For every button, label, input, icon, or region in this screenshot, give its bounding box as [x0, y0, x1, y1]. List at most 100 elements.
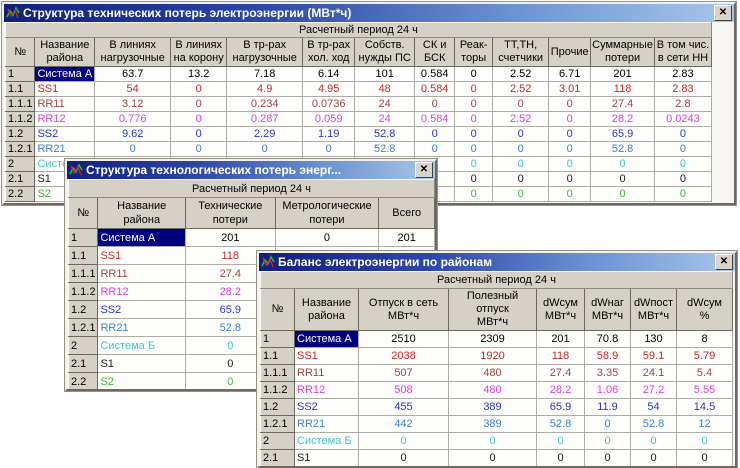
region-name: S1 — [98, 355, 186, 373]
column-header: В тр-рах хол. ход — [303, 38, 355, 67]
value-cell: 101 — [355, 67, 415, 82]
value-cell: 118 — [591, 82, 655, 97]
value-cell: 0 — [493, 157, 549, 172]
value-cell: 0 — [455, 67, 493, 82]
value-cell: 24.1 — [631, 365, 677, 382]
row-number: 1.2.1 — [261, 416, 295, 433]
column-header: Метрологические потери — [275, 198, 379, 229]
column-header: В линиях нагрузочные — [95, 38, 171, 67]
value-cell: 0 — [493, 187, 549, 202]
value-cell: 7.18 — [227, 67, 303, 82]
column-header: Технические потери — [185, 198, 275, 229]
titlebar[interactable]: Структура технологических потерь энерг..… — [67, 161, 435, 179]
value-cell: 0 — [493, 127, 549, 142]
row-number: 1.1.1 — [69, 265, 98, 283]
value-cell: 0 — [275, 229, 379, 247]
row-number: 2.2 — [69, 373, 98, 390]
value-cell: 3.12 — [95, 97, 171, 112]
region-name: SS1 — [295, 348, 359, 365]
table-row[interactable]: 1.2.1RR21000052.8000052.80 — [6, 142, 712, 157]
value-cell: 0 — [631, 450, 677, 467]
value-cell: 13.2 — [171, 67, 227, 82]
app-icon[interactable] — [69, 163, 83, 177]
app-icon[interactable] — [6, 6, 20, 20]
value-cell: 0 — [654, 142, 711, 157]
table-row[interactable]: 1.1.2RR1250848028.21.0627.25.55 — [261, 382, 733, 399]
table-row[interactable]: 1.1SS15404.94.95480.58402.523.011182.83 — [6, 82, 712, 97]
calc-period-label: Расчетный период 24 ч — [261, 272, 733, 289]
row-number: 2.1 — [261, 450, 295, 467]
calc-period-label: Расчетный период 24 ч — [6, 23, 712, 38]
value-cell: 0 — [591, 172, 655, 187]
close-icon[interactable]: ✕ — [715, 254, 733, 270]
value-cell: 130 — [631, 331, 677, 348]
window-title: Структура технических потерь электроэнер… — [23, 6, 714, 20]
value-cell: 0.776 — [95, 112, 171, 127]
table-row[interactable]: 2.1S1000000 — [261, 450, 733, 467]
row-number: 1.2.1 — [6, 142, 35, 157]
value-cell: 0 — [549, 142, 591, 157]
value-cell: 0.059 — [303, 112, 355, 127]
value-cell: 0 — [359, 433, 449, 450]
value-cell: 0 — [677, 433, 733, 450]
titlebar[interactable]: Структура технических потерь электроэнер… — [4, 4, 734, 22]
value-cell: 0 — [654, 157, 711, 172]
region-name: Система Б — [295, 433, 359, 450]
row-number: 1.1 — [6, 82, 35, 97]
row-number: 1.1.2 — [6, 112, 35, 127]
value-cell: 24 — [355, 97, 415, 112]
table-row[interactable]: 1.2SS245538965.911.95414.5 — [261, 399, 733, 416]
close-icon[interactable]: ✕ — [415, 162, 433, 178]
table-row[interactable]: 2Система Б000000 — [261, 433, 733, 450]
window-content: Расчетный период 24 ч№Название районаОтп… — [259, 271, 735, 466]
column-header: Отпуск в сеть МВт*ч — [359, 289, 449, 331]
table-row[interactable]: 1.1SS12038192011858.959.15.79 — [261, 348, 733, 365]
column-header: Суммарные потери — [591, 38, 655, 67]
region-name: Система А — [98, 229, 186, 247]
table-row[interactable]: 1.1.1RR1150748027.43.3524.15.4 — [261, 365, 733, 382]
table-row[interactable]: 1Система А63.713.27.186.141010.58402.526… — [6, 67, 712, 82]
table-row[interactable]: 1Система А2510230920170.81308 — [261, 331, 733, 348]
row-number: 2 — [69, 337, 98, 355]
value-cell: 48 — [355, 82, 415, 97]
value-cell: 6.71 — [549, 67, 591, 82]
app-icon[interactable] — [261, 255, 275, 269]
column-header: dWнаг МВт*ч — [585, 289, 631, 331]
value-cell: 54 — [95, 82, 171, 97]
table-row[interactable]: 1.2.1RR2144238952.8052.812 — [261, 416, 733, 433]
value-cell: 0.584 — [415, 112, 455, 127]
value-cell: 0 — [455, 142, 493, 157]
table-row[interactable]: 1.1.1RR113.1200.2340.073624000027.42.8 — [6, 97, 712, 112]
table-row[interactable]: 1.2SS29.6202.291.1952.8000065.90 — [6, 127, 712, 142]
table-row[interactable]: 1.1.2RR120.77600.2870.059240.58402.52028… — [6, 112, 712, 127]
value-cell: 2309 — [449, 331, 537, 348]
region-name: S2 — [98, 373, 186, 390]
value-cell: 0.584 — [415, 67, 455, 82]
value-cell: 0 — [415, 97, 455, 112]
titlebar[interactable]: Баланс электроэнергии по районам ✕ — [259, 253, 735, 271]
value-cell: 52.8 — [591, 142, 655, 157]
value-cell: 0 — [677, 450, 733, 467]
table-row[interactable]: 1Система А2010201 — [69, 229, 435, 247]
value-cell: 14.5 — [677, 399, 733, 416]
value-cell: 0.234 — [227, 97, 303, 112]
value-cell: 27.4 — [537, 365, 585, 382]
value-cell: 0 — [455, 97, 493, 112]
close-icon[interactable]: ✕ — [714, 5, 732, 21]
value-cell: 0 — [171, 97, 227, 112]
value-cell: 5.79 — [677, 348, 733, 365]
value-cell: 27.4 — [591, 97, 655, 112]
value-cell: 201 — [591, 67, 655, 82]
value-cell: 0.287 — [227, 112, 303, 127]
value-cell: 442 — [359, 416, 449, 433]
column-header: ТТ,ТН, счетчики — [493, 38, 549, 67]
row-number: 2.1 — [69, 355, 98, 373]
column-header: Название района — [35, 38, 95, 67]
row-number: 1.1.1 — [6, 97, 35, 112]
value-cell: 0 — [95, 142, 171, 157]
value-cell: 0 — [537, 433, 585, 450]
value-cell: 8 — [677, 331, 733, 348]
value-cell: 0 — [585, 433, 631, 450]
value-cell: 480 — [449, 382, 537, 399]
row-number: 2 — [261, 433, 295, 450]
